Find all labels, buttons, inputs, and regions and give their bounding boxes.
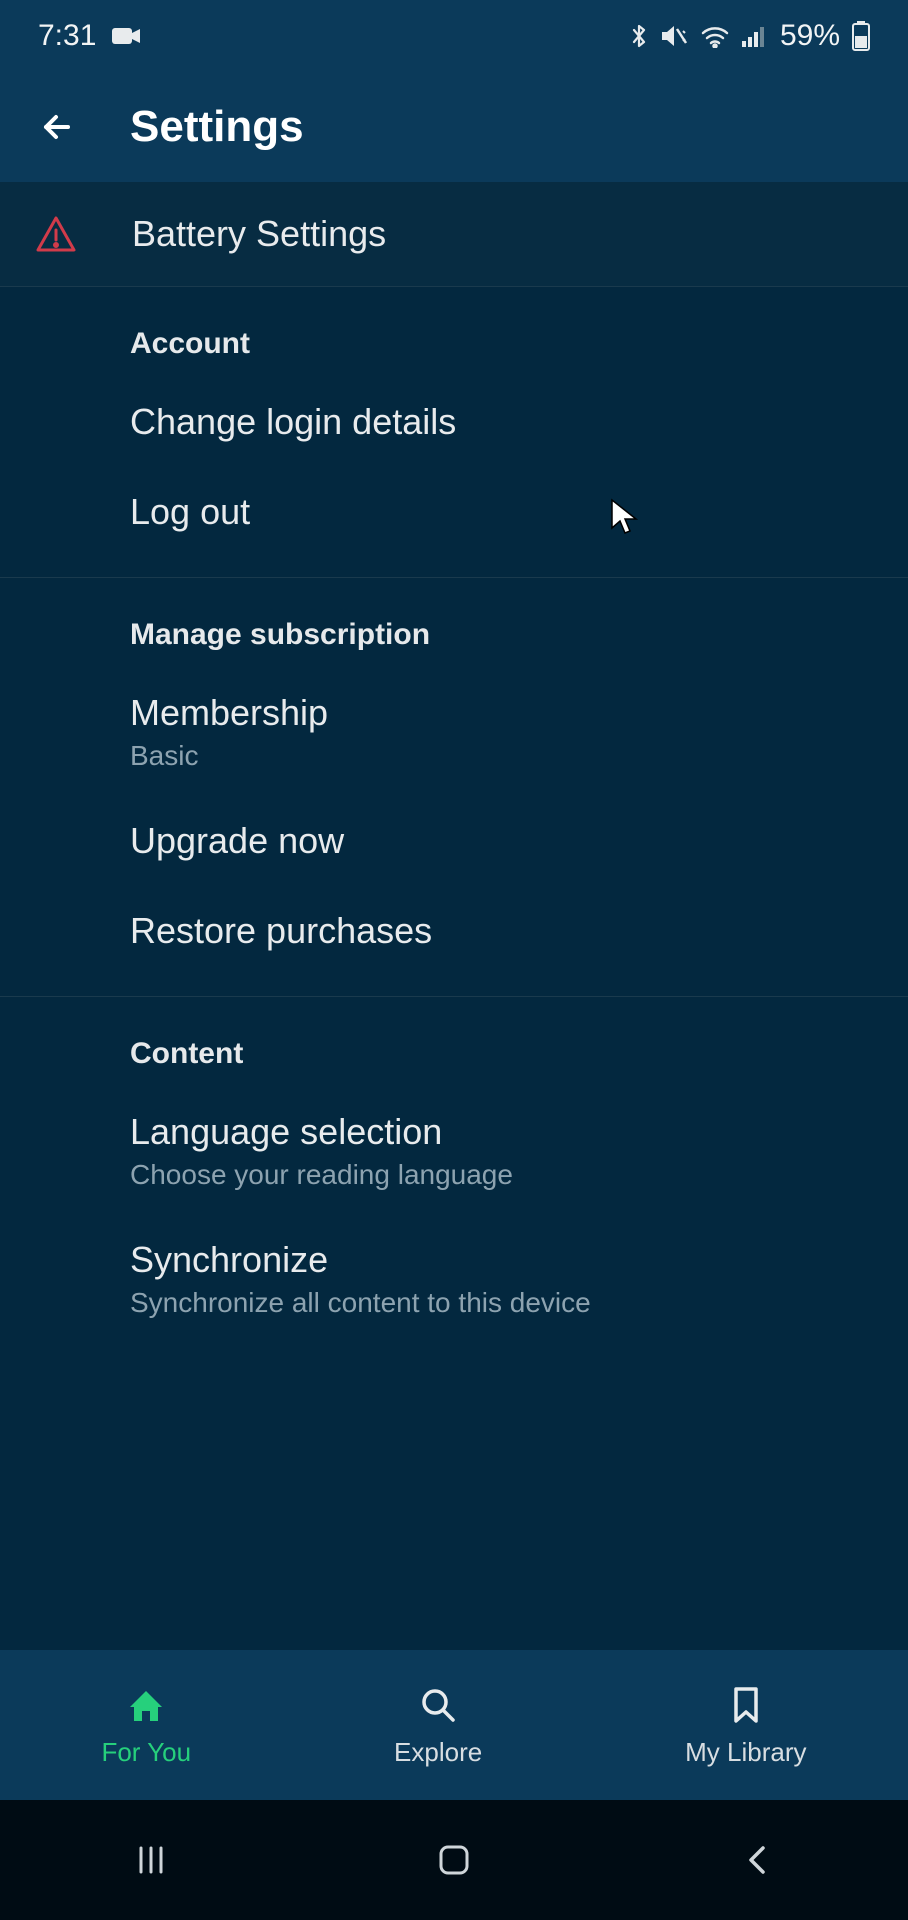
chevron-left-icon (743, 1840, 771, 1880)
sys-recents-button[interactable] (123, 1832, 179, 1888)
upgrade-row[interactable]: Upgrade now (0, 796, 908, 886)
warning-icon (34, 212, 78, 256)
tab-explore-label: Explore (394, 1737, 482, 1768)
home-icon (124, 1683, 168, 1727)
bookmark-icon (724, 1683, 768, 1727)
battery-settings-label: Battery Settings (132, 213, 386, 255)
arrow-left-icon (38, 107, 78, 147)
bluetooth-icon (630, 22, 648, 50)
sys-back-button[interactable] (729, 1832, 785, 1888)
section-subscription: Manage subscription Membership Basic Upg… (0, 578, 908, 997)
synchronize-label: Synchronize (130, 1239, 874, 1281)
language-sub: Choose your reading language (130, 1159, 874, 1191)
change-login-row[interactable]: Change login details (0, 377, 908, 467)
settings-content: Battery Settings Account Change login de… (0, 182, 908, 1650)
bottom-tab-bar: For You Explore My Library (0, 1650, 908, 1800)
app-header: Settings (0, 72, 908, 182)
change-login-label: Change login details (130, 401, 874, 443)
status-time: 7:31 (38, 19, 96, 53)
wifi-icon (700, 24, 730, 48)
restore-label: Restore purchases (130, 910, 874, 952)
section-header-subscription: Manage subscription (0, 578, 908, 668)
system-nav-bar (0, 1800, 908, 1920)
mute-icon (660, 23, 688, 49)
section-content: Content Language selection Choose your r… (0, 997, 908, 1343)
section-header-content: Content (0, 997, 908, 1087)
recents-icon (133, 1842, 169, 1878)
tab-for-you[interactable]: For You (101, 1683, 191, 1768)
restore-row[interactable]: Restore purchases (0, 886, 908, 976)
membership-value: Basic (130, 740, 874, 772)
log-out-label: Log out (130, 491, 874, 533)
tab-explore[interactable]: Explore (394, 1683, 482, 1768)
battery-icon (852, 21, 870, 51)
membership-row[interactable]: Membership Basic (0, 668, 908, 796)
battery-settings-row[interactable]: Battery Settings (0, 182, 908, 287)
status-right: 59% (630, 19, 870, 53)
synchronize-sub: Synchronize all content to this device (130, 1287, 874, 1319)
synchronize-row[interactable]: Synchronize Synchronize all content to t… (0, 1215, 908, 1343)
tab-my-library[interactable]: My Library (685, 1683, 806, 1768)
camera-icon (112, 26, 140, 46)
section-header-account: Account (0, 287, 908, 377)
signal-icon (742, 25, 768, 47)
status-bar: 7:31 59% (0, 0, 908, 72)
language-row[interactable]: Language selection Choose your reading l… (0, 1087, 908, 1215)
language-label: Language selection (130, 1111, 874, 1153)
section-account: Account Change login details Log out (0, 287, 908, 578)
back-button[interactable] (34, 103, 82, 151)
log-out-row[interactable]: Log out (0, 467, 908, 557)
search-icon (416, 1683, 460, 1727)
battery-percent: 59% (780, 19, 840, 53)
status-left: 7:31 (38, 19, 140, 53)
upgrade-label: Upgrade now (130, 820, 874, 862)
sys-home-button[interactable] (426, 1832, 482, 1888)
home-square-icon (434, 1840, 474, 1880)
tab-for-you-label: For You (101, 1737, 191, 1768)
tab-my-library-label: My Library (685, 1737, 806, 1768)
page-title: Settings (130, 102, 304, 152)
membership-label: Membership (130, 692, 874, 734)
